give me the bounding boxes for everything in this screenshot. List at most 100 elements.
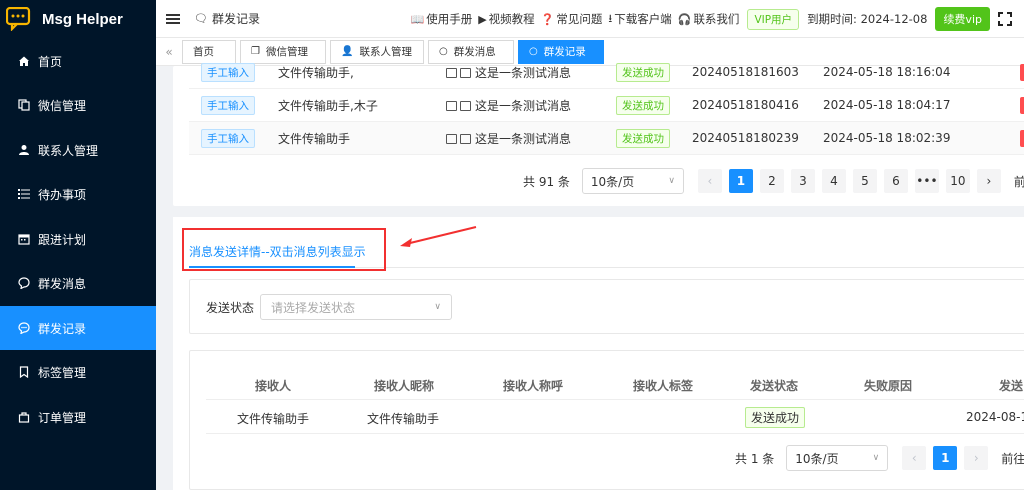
download-icon: ⭳ — [608, 11, 613, 25]
sidebar-item-label: 联系人管理 — [38, 143, 99, 158]
sidebar-item-home[interactable]: 首页 — [0, 39, 156, 83]
filter-label: 发送状态 — [206, 301, 255, 315]
detail-table: 接收人 接收人昵称 接收人称呼 接收人标签 发送状态 失败原因 发送 文件传输助… — [189, 350, 1024, 490]
page-button[interactable]: 4 — [821, 169, 846, 193]
page-button[interactable]: 1 — [933, 446, 958, 470]
bag-icon — [18, 411, 30, 423]
message-text: 这是一条测试消息 — [475, 65, 572, 80]
fullscreen-icon[interactable] — [998, 12, 1012, 26]
header-actions: 📖 使用手册 ▶ 视频教程 ❓ 常见问题 ⭳ 下载客户端 🎧 联系我们 VIP用户 到期时… — [411, 0, 1024, 38]
calendar-icon — [18, 233, 30, 245]
target-cell: 文件传输助手, — [278, 65, 354, 80]
filter-form: 发送状态 请选择发送状态 ∨ — [189, 279, 1024, 334]
page-button[interactable]: 1 — [728, 169, 753, 193]
sidebar-item-broadcast-records[interactable]: 群发记录 — [0, 306, 156, 350]
contact-link[interactable]: 🎧 联系我们 — [678, 11, 740, 27]
logo: Msg Helper — [0, 0, 156, 38]
prev-page-button[interactable]: ‹ — [902, 446, 927, 470]
time-cell: 2024-05-18 18:16:04 — [823, 65, 951, 79]
delete-button[interactable] — [1020, 96, 1024, 114]
sidebar-item-label: 首页 — [38, 54, 63, 69]
total-count: 共 91 条 — [523, 174, 570, 189]
status-badge: 发送成功 — [616, 128, 670, 148]
bookmark-icon — [18, 366, 30, 378]
status-select[interactable]: 请选择发送状态 ∨ — [260, 294, 452, 320]
chevron-down-icon: ∨ — [434, 302, 441, 312]
send-time-cell: 2024-08-1: — [966, 410, 1024, 424]
sidebar-item-label: 跟进计划 — [38, 232, 87, 247]
manual-label: 使用手册 — [426, 12, 473, 26]
renew-vip-button[interactable]: 续费vip — [935, 7, 990, 31]
sidebar: Msg Helper 首页 微信管理 联系人管理 待办事项 跟进计划 群发消息 … — [0, 0, 156, 490]
play-icon: ▶ — [478, 12, 487, 26]
page-size-value: 10条/页 — [590, 174, 635, 189]
batch-id-cell: 20240518180239 — [692, 131, 799, 145]
page-size-select[interactable]: 10条/页 ∨ — [786, 445, 889, 471]
sidebar-item-tags[interactable]: 标签管理 — [0, 350, 156, 394]
user-icon — [18, 144, 30, 156]
manual-link[interactable]: 📖 使用手册 — [411, 11, 473, 27]
download-link[interactable]: ⭳ 下载客户端 — [608, 10, 671, 29]
column-header: 失败原因 — [864, 379, 913, 393]
message-type-icon — [446, 134, 471, 144]
sidebar-item-label: 微信管理 — [38, 98, 87, 113]
message-cell: 这是一条测试消息 — [446, 130, 571, 147]
next-page-button[interactable]: › — [976, 169, 1001, 193]
status-select-placeholder: 请选择发送状态 — [271, 300, 356, 315]
page-title: 群发记录 — [211, 12, 260, 26]
page-button[interactable]: 6 — [883, 169, 908, 193]
page-button[interactable]: 2 — [759, 169, 784, 193]
list-icon — [18, 188, 30, 200]
column-header: 发送状态 — [750, 379, 799, 393]
sidebar-item-label: 待办事项 — [38, 187, 87, 202]
page-button[interactable]: 10 — [945, 169, 970, 193]
status-badge: 发送成功 — [616, 95, 670, 115]
chat-record-icon — [18, 322, 30, 334]
message-text: 这是一条测试消息 — [475, 131, 572, 146]
chat-icon — [18, 277, 30, 289]
prev-page-button[interactable]: ‹ — [697, 169, 722, 193]
column-header: 接收人标签 — [633, 379, 694, 393]
chat-icon: 🗨 — [194, 12, 208, 25]
download-label: 下载客户端 — [614, 12, 672, 26]
page-size-value: 10条/页 — [795, 451, 839, 466]
goto-label: 前往 — [1001, 451, 1024, 466]
page-button[interactable]: 5 — [852, 169, 877, 193]
column-header: 接收人称呼 — [503, 379, 564, 393]
sidebar-item-todo[interactable]: 待办事项 — [0, 172, 156, 216]
annotation-highlight-box — [182, 228, 386, 271]
chevron-down-icon: ∨ — [872, 453, 880, 463]
sidebar-item-broadcast[interactable]: 群发消息 — [0, 261, 156, 305]
target-cell: 文件传输助手 — [278, 131, 351, 146]
header-divider — [206, 399, 1024, 400]
video-link[interactable]: ▶ 视频教程 — [478, 11, 534, 27]
sidebar-item-wechat[interactable]: 微信管理 — [0, 83, 156, 127]
wechat-icon — [18, 99, 30, 111]
expire-date: 2024-12-08 — [860, 12, 928, 26]
table-row[interactable]: 手工输入 文件传输助手,木子 这是一条测试消息 发送成功 20240518180… — [189, 89, 1024, 122]
time-cell: 2024-05-18 18:04:17 — [823, 98, 951, 112]
sidebar-item-label: 群发消息 — [38, 276, 87, 291]
faq-link[interactable]: ❓ 常见问题 — [541, 11, 603, 27]
sidebar-item-contacts[interactable]: 联系人管理 — [0, 128, 156, 172]
page-size-select[interactable]: 10条/页 ∨ — [581, 168, 684, 194]
delete-button[interactable] — [1020, 129, 1024, 147]
top-header: 🗨 群发记录 📖 使用手册 ▶ 视频教程 ❓ 常见问题 ⭳ 下载客户端 🎧 联系我们 VI… — [156, 0, 1024, 38]
sidebar-item-label: 标签管理 — [38, 365, 87, 380]
sidebar-item-followup[interactable]: 跟进计划 — [0, 217, 156, 261]
contact-label: 联系我们 — [693, 12, 740, 26]
annotation-arrow-icon — [400, 226, 477, 247]
menu-toggle-icon[interactable] — [166, 13, 180, 24]
table-row[interactable]: 手工输入 文件传输助手, 这是一条测试消息 发送成功 2024051818160… — [189, 56, 1024, 89]
faq-label: 常见问题 — [556, 12, 603, 26]
tabs-scroll-left-icon[interactable]: « — [156, 45, 182, 59]
page-button[interactable]: 3 — [790, 169, 815, 193]
table-row[interactable]: 手工输入 文件传输助手 这是一条测试消息 发送成功 20240518180239… — [189, 122, 1024, 155]
goto-label: 前 — [1013, 174, 1024, 189]
sidebar-item-orders[interactable]: 订单管理 — [0, 395, 156, 439]
delete-button[interactable] — [1020, 63, 1024, 81]
total-count: 共 1 条 — [735, 451, 775, 466]
next-page-button[interactable]: › — [964, 446, 989, 470]
more-pages-button[interactable]: ••• — [914, 169, 939, 193]
question-icon: ❓ — [540, 12, 555, 26]
